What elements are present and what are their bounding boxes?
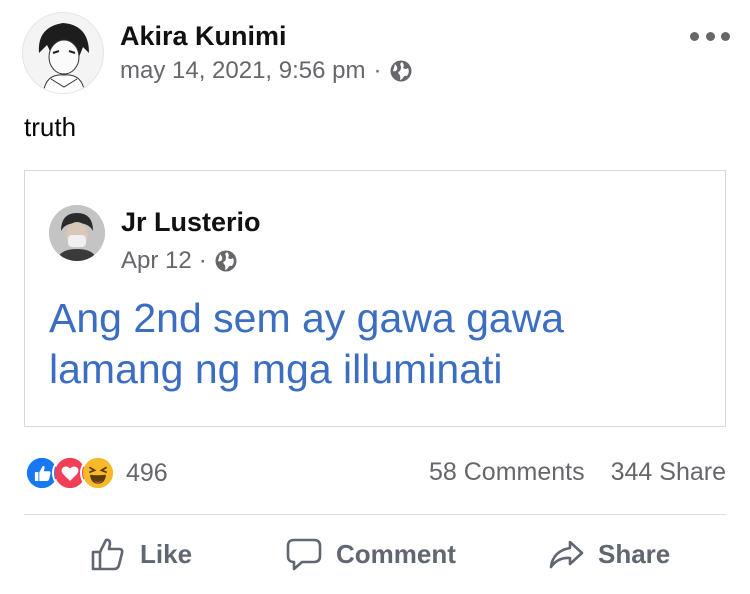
comment-label: Comment — [336, 538, 456, 569]
action-bar: Like Comment Share — [24, 524, 726, 584]
shared-author-avatar[interactable] — [49, 205, 105, 261]
post-meta: may 14, 2021, 9:56 pm · — [120, 57, 413, 85]
author-avatar[interactable] — [22, 12, 104, 94]
haha-reaction-icon — [80, 455, 116, 491]
post-text: truth — [24, 112, 77, 142]
meta-separator: · — [373, 57, 382, 84]
more-options-icon[interactable] — [690, 26, 730, 46]
globe-icon — [214, 249, 238, 273]
more-dot — [705, 31, 715, 41]
share-label: Share — [598, 538, 671, 569]
shared-post[interactable]: Jr Lusterio Apr 12 · Ang 2nd sem ay gawa… — [24, 170, 726, 427]
like-label: Like — [140, 538, 193, 569]
shared-post-text: Ang 2nd sem ay gawa gawa lamang ng mga i… — [49, 295, 565, 392]
facebook-post: Akira Kunimi may 14, 2021, 9:56 pm · tru… — [0, 0, 750, 594]
author-name[interactable]: Akira Kunimi — [120, 21, 287, 52]
post-timestamp[interactable]: may 14, 2021, 9:56 pm — [120, 57, 365, 85]
meta-separator: · — [198, 247, 207, 274]
more-dot — [690, 31, 699, 41]
thumbs-up-icon — [91, 538, 124, 571]
reactions-summary[interactable]: 496 — [24, 455, 168, 491]
reactions-count[interactable]: 496 — [126, 459, 168, 488]
engagement-stats: 58 Comments 344 Share — [429, 458, 726, 487]
comments-count[interactable]: 58 Comments — [429, 458, 585, 487]
shared-author-name[interactable]: Jr Lusterio — [121, 207, 261, 238]
more-dot — [721, 31, 730, 41]
share-button[interactable]: Share — [546, 524, 670, 584]
comment-icon — [286, 538, 322, 571]
shares-count[interactable]: 344 Share — [611, 458, 726, 487]
share-arrow-icon — [549, 540, 584, 569]
globe-icon — [389, 59, 413, 83]
comment-button[interactable]: Comment — [284, 524, 456, 584]
shared-timestamp[interactable]: Apr 12 — [121, 247, 192, 275]
like-button[interactable]: Like — [88, 524, 192, 584]
shared-post-meta: Apr 12 · — [121, 247, 238, 275]
divider — [24, 514, 726, 515]
